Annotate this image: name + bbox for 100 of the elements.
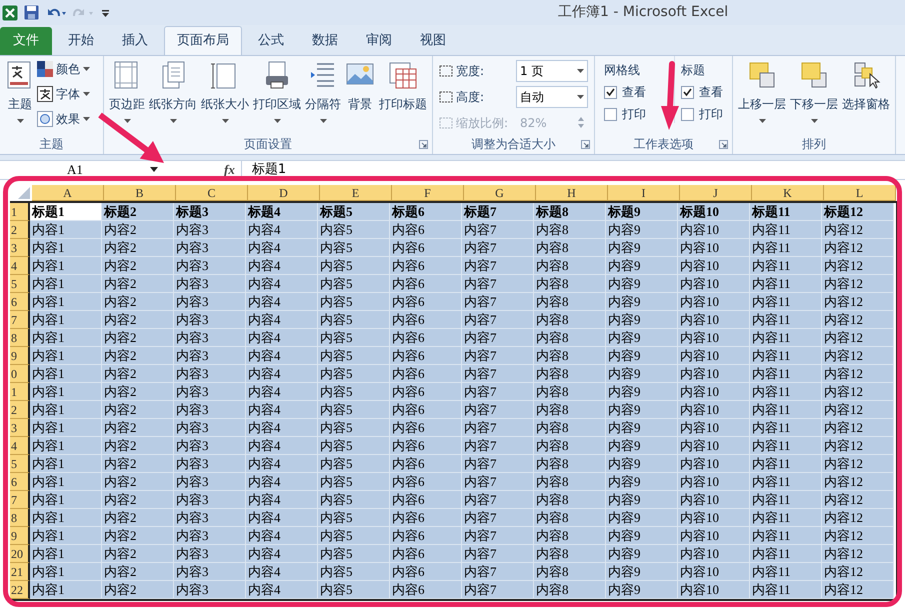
table-cell: 内容2 — [102, 419, 174, 437]
table-cell: 内容11 — [750, 239, 822, 257]
column-header[interactable]: B — [104, 185, 176, 201]
row-header[interactable]: 6 — [10, 293, 30, 311]
dropdown-field[interactable]: 1 页 — [516, 60, 588, 82]
ribbon-button[interactable]: 打印区域 — [251, 56, 303, 132]
row-header[interactable]: 5 — [10, 455, 30, 473]
column-header[interactable]: D — [248, 185, 320, 201]
column-header[interactable]: A — [32, 185, 104, 201]
ribbon-small-button[interactable]: 颜色 — [37, 58, 90, 80]
table-cell: 内容6 — [390, 365, 462, 383]
row-header[interactable]: 0 — [10, 365, 30, 383]
table-cell: 内容6 — [390, 491, 462, 509]
column-header[interactable]: G — [464, 185, 536, 201]
table-cell: 内容5 — [318, 455, 390, 473]
table-cell: 内容6 — [390, 383, 462, 401]
ribbon-button[interactable]: 纸张大小 — [199, 56, 251, 132]
ribbon-tab[interactable]: 审阅 — [352, 27, 406, 55]
ribbon-small-button[interactable]: 字体 — [37, 83, 90, 105]
checkbox-option[interactable]: 查看 — [681, 83, 723, 101]
font-character-icon — [37, 86, 53, 102]
dropdown-field[interactable]: 自动 — [516, 86, 588, 108]
excel-logo-icon — [2, 4, 18, 20]
ribbon-button[interactable]: 下移一层 — [788, 56, 840, 132]
table-cell: 内容10 — [678, 473, 750, 491]
row-header[interactable]: 5 — [10, 275, 30, 293]
table-cell: 内容10 — [678, 527, 750, 545]
table-cell: 内容12 — [822, 311, 894, 329]
formula-input[interactable]: 标题1 — [240, 161, 905, 179]
table-cell: 内容9 — [606, 473, 678, 491]
checkbox-option[interactable]: 打印 — [604, 105, 646, 123]
row-header[interactable]: 1 — [10, 203, 30, 221]
checkbox[interactable] — [681, 108, 694, 120]
ribbon-tab[interactable]: 页面布局 — [164, 26, 242, 55]
ribbon-button[interactable]: 主题 — [3, 56, 37, 132]
table-cell: 内容11 — [750, 311, 822, 329]
table-cell: 内容9 — [606, 491, 678, 509]
column-header[interactable]: E — [320, 185, 392, 201]
row-header[interactable]: 3 — [10, 419, 30, 437]
table-cell: 内容3 — [174, 401, 246, 419]
save-icon[interactable] — [24, 5, 39, 20]
ribbon-button[interactable]: 打印标题 — [377, 56, 429, 132]
row-header[interactable]: 21 — [10, 563, 30, 581]
row-header[interactable]: 20 — [10, 545, 30, 563]
table-cell: 内容10 — [678, 293, 750, 311]
checkbox[interactable] — [604, 86, 617, 98]
ribbon-tab[interactable]: 公式 — [244, 27, 298, 55]
insert-function-button[interactable]: fx — [218, 160, 241, 180]
column-header[interactable]: I — [608, 185, 680, 201]
column-header[interactable]: K — [752, 185, 824, 201]
row-header[interactable]: 3 — [10, 239, 30, 257]
row-header[interactable]: 2 — [10, 401, 30, 419]
checkbox-option[interactable]: 查看 — [604, 83, 646, 101]
table-cell: 内容7 — [462, 455, 534, 473]
column-header[interactable]: H — [536, 185, 608, 201]
column-header[interactable]: F — [392, 185, 464, 201]
row-header[interactable]: 22 — [10, 581, 30, 599]
ribbon-tab[interactable]: 开始 — [54, 27, 108, 55]
ribbon-tab[interactable]: 数据 — [298, 27, 352, 55]
dropdown-caret-icon[interactable] — [150, 167, 158, 173]
row-header[interactable]: 9 — [10, 347, 30, 365]
table-cell: 内容9 — [606, 563, 678, 581]
row-header[interactable]: 4 — [10, 437, 30, 455]
table-cell: 内容9 — [606, 293, 678, 311]
row-header[interactable]: 6 — [10, 473, 30, 491]
ribbon-button[interactable]: 页边距 — [107, 56, 147, 132]
table-cell: 内容11 — [750, 473, 822, 491]
ribbon-button[interactable]: 分隔符 — [303, 56, 343, 132]
checkbox-option[interactable]: 打印 — [681, 105, 723, 123]
table-cell: 内容8 — [534, 419, 606, 437]
ribbon-tab[interactable]: 视图 — [406, 27, 460, 55]
row-header[interactable]: 2 — [10, 221, 30, 239]
row-header[interactable]: 1 — [10, 383, 30, 401]
checkbox[interactable] — [604, 108, 617, 120]
table-cell: 内容2 — [102, 293, 174, 311]
row-header[interactable]: 4 — [10, 257, 30, 275]
table-cell: 内容11 — [750, 455, 822, 473]
table-cell: 内容1 — [30, 311, 102, 329]
section-title: 标题 — [681, 62, 706, 79]
ribbon-button[interactable]: 选择窗格 — [840, 56, 892, 132]
row-header[interactable]: 7 — [10, 491, 30, 509]
ribbon-button[interactable]: 纸张方向 — [147, 56, 199, 132]
name-box[interactable]: A1 — [0, 161, 150, 179]
column-header[interactable]: C — [176, 185, 248, 201]
ribbon-small-button[interactable]: 效果 — [37, 108, 90, 130]
checkbox[interactable] — [681, 86, 694, 98]
row-header[interactable]: 8 — [10, 509, 30, 527]
table-cell: 内容4 — [246, 545, 318, 563]
row-header[interactable]: 7 — [10, 311, 30, 329]
ribbon-tab[interactable]: 插入 — [108, 27, 162, 55]
table-cell: 内容8 — [534, 527, 606, 545]
file-tab[interactable]: 文件 — [0, 27, 52, 55]
table-cell: 内容7 — [462, 257, 534, 275]
column-header[interactable]: J — [680, 185, 752, 201]
ribbon-button[interactable]: 背景 — [343, 56, 377, 132]
column-header[interactable]: L — [824, 185, 896, 201]
table-cell: 内容2 — [102, 221, 174, 239]
ribbon-button[interactable]: 上移一层 — [736, 56, 788, 132]
row-header[interactable]: 8 — [10, 329, 30, 347]
row-header[interactable]: 9 — [10, 527, 30, 545]
